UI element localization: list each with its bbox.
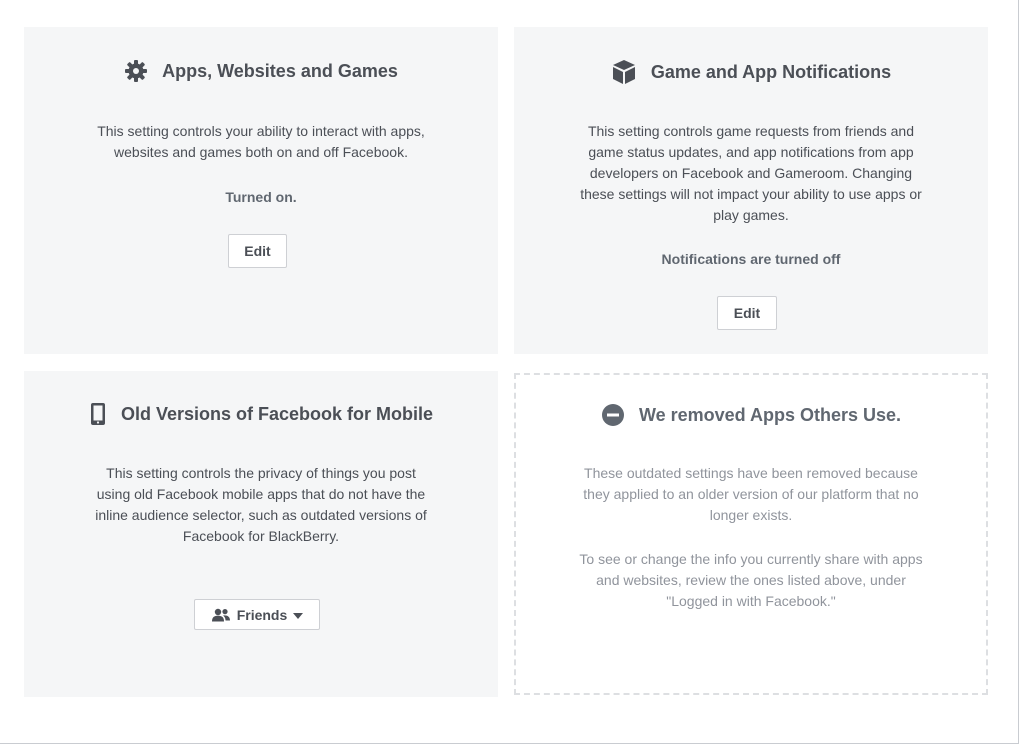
- gear-icon: [124, 59, 148, 83]
- notifications-edit-button[interactable]: Edit: [717, 296, 777, 330]
- desc-line: Facebook for BlackBerry.: [182, 528, 340, 544]
- removed-apps-others-use-card: We removed Apps Others Use. These outdat…: [514, 373, 988, 695]
- desc-line: To see or change the info you currently …: [579, 551, 923, 567]
- desc-line: longer exists.: [709, 507, 793, 523]
- desc-line: This setting controls the privacy of thi…: [106, 465, 416, 481]
- notifications-card-header: Game and App Notifications: [514, 59, 988, 85]
- desc-line: "Logged in with Facebook.": [666, 593, 836, 609]
- apps-websites-games-card: Apps, Websites and Games This setting co…: [24, 27, 498, 354]
- notifications-card-title: Game and App Notifications: [650, 61, 892, 82]
- apps-status: Turned on.: [225, 189, 297, 205]
- mobile-card-title: Old Versions of Facebook for Mobile: [120, 403, 434, 424]
- old-mobile-versions-card: Old Versions of Facebook for Mobile This…: [24, 371, 498, 697]
- removed-card-header: We removed Apps Others Use.: [516, 403, 986, 427]
- notifications-card-description: This setting controls game requests from…: [544, 121, 958, 226]
- game-app-notifications-card: Game and App Notifications This setting …: [514, 27, 988, 354]
- desc-line: these settings will not impact your abil…: [580, 186, 922, 202]
- mobile-card-description: This setting controls the privacy of thi…: [54, 463, 468, 547]
- desc-line: This setting controls your ability to in…: [97, 123, 425, 139]
- mobile-phone-icon: [89, 402, 107, 426]
- desc-line: and websites, review the ones listed abo…: [596, 572, 906, 588]
- desc-line: play games.: [713, 207, 789, 223]
- desc-line: websites and games both on and off Faceb…: [114, 144, 408, 160]
- desc-line: This setting controls game requests from…: [587, 123, 915, 139]
- notifications-status: Notifications are turned off: [661, 251, 841, 267]
- settings-panel: Apps, Websites and Games This setting co…: [0, 0, 1019, 744]
- removed-card-title: We removed Apps Others Use.: [638, 404, 902, 425]
- desc-line: developers on Facebook and Gameroom. Cha…: [589, 165, 913, 181]
- removed-card-description-2: To see or change the info you currently …: [546, 549, 956, 612]
- minus-circle-icon: [601, 403, 625, 427]
- audience-selector-dropdown[interactable]: Friends: [194, 599, 320, 630]
- apps-card-header: Apps, Websites and Games: [24, 59, 498, 83]
- friends-icon: [211, 608, 231, 622]
- desc-line: inline audience selector, such as outdat…: [95, 507, 427, 523]
- apps-edit-button[interactable]: Edit: [228, 234, 287, 268]
- desc-line: they applied to an older version of our …: [583, 486, 919, 502]
- audience-selected-label: Friends: [236, 606, 288, 623]
- desc-line: using old Facebook mobile apps that do n…: [96, 486, 426, 502]
- apps-card-description: This setting controls your ability to in…: [54, 121, 468, 163]
- mobile-card-header: Old Versions of Facebook for Mobile: [24, 402, 498, 426]
- apps-card-title: Apps, Websites and Games: [162, 60, 398, 81]
- desc-line: game status updates, and app notificatio…: [588, 144, 914, 160]
- removed-card-description: These outdated settings have been remove…: [546, 463, 956, 526]
- chevron-down-icon: [293, 612, 304, 619]
- desc-line: These outdated settings have been remove…: [584, 465, 918, 481]
- game-box-icon: [611, 59, 637, 85]
